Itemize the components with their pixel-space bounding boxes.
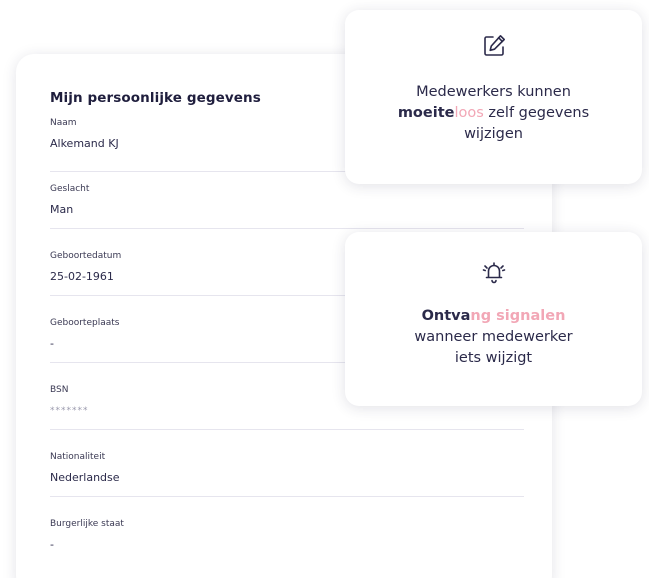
callout-self-edit-text: Medewerkers kunnen moeiteloos zelf gegev… [365, 82, 622, 145]
callout-line: wanneer medewerker [414, 329, 573, 345]
callout-strong: Ontva [421, 308, 471, 324]
callout-accent: ng signalen [470, 308, 566, 324]
field-label: Geslacht [50, 184, 90, 194]
field-label: Burgerlijke staat [50, 519, 124, 529]
edit-icon [480, 32, 508, 60]
callout-signals: Ontvang signalen wanneer medewerker iets… [345, 232, 642, 406]
divider [50, 429, 524, 430]
divider [50, 228, 524, 229]
field-value: - [50, 538, 54, 551]
field-label: Nationaliteit [50, 452, 106, 462]
callout-signals-text: Ontvang signalen wanneer medewerker iets… [365, 306, 622, 369]
callout-strong: moeite [397, 105, 455, 121]
callout-accent: loos [454, 105, 484, 121]
field-nationaliteit: Nationaliteit Nederlandse [50, 440, 524, 507]
callout-self-edit: Medewerkers kunnen moeiteloos zelf gegev… [345, 10, 642, 184]
callout-line: wijzigen [464, 126, 523, 142]
divider [50, 496, 524, 497]
field-value: Nederlandse [50, 471, 120, 484]
alarm-bell-icon [480, 258, 508, 286]
field-value: Man [50, 203, 74, 216]
callout-line: zelf gegevens [483, 105, 590, 121]
callout-line: Medewerkers kunnen [416, 84, 571, 100]
field-burgerlijke-staat: Burgerlijke staat - [50, 507, 524, 574]
callout-line: iets wijzigt [454, 350, 533, 366]
stage: Mijn persoonlijke gegevens Naam Alkemand… [0, 0, 649, 578]
